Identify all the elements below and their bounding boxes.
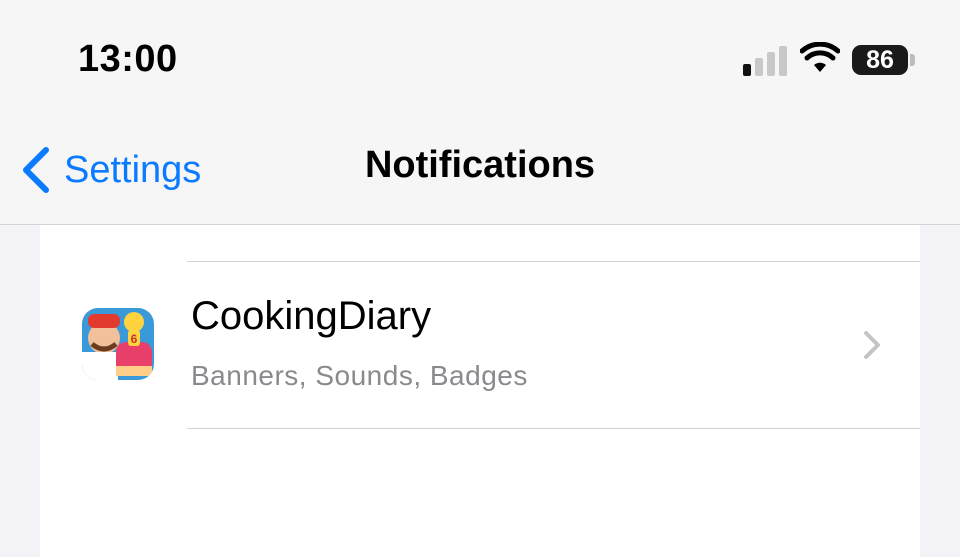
svg-text:6: 6 (131, 332, 138, 346)
battery-cap (910, 54, 915, 66)
page-title: Notifications (364, 144, 596, 186)
battery-icon: 86 (852, 45, 908, 75)
app-row-cookingdiary[interactable]: 6 CookingDiary Banners, Sounds, Badges (40, 262, 920, 428)
cellular-signal-icon (743, 46, 787, 76)
navigation-bar: 13:00 86 Settings Notifications (0, 0, 960, 225)
app-name: CookingDiary (191, 294, 432, 338)
wifi-icon (800, 42, 840, 72)
chevron-right-icon (864, 331, 880, 359)
notification-apps-list: 6 CookingDiary Banners, Sounds, Badges (40, 200, 920, 557)
cookingdiary-app-icon: 6 (82, 308, 154, 380)
notification-settings-summary: Banners, Sounds, Badges (191, 360, 528, 391)
row-separator (187, 428, 920, 429)
status-time: 13:00 (78, 38, 178, 80)
